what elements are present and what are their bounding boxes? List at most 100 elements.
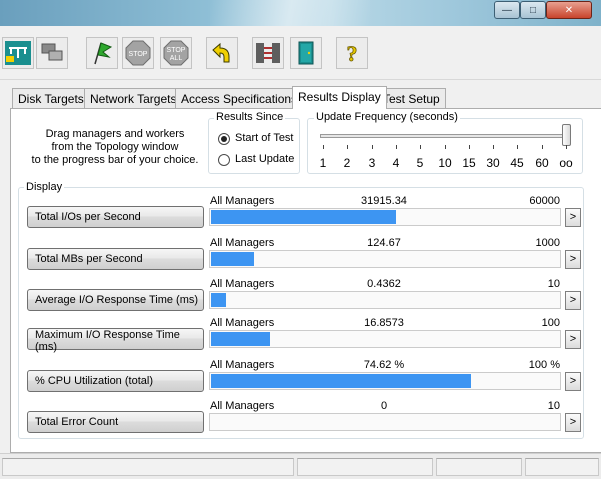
- slider-tick: [566, 145, 567, 149]
- frequency-tick-label: 3: [368, 156, 376, 170]
- tab-access-specifications[interactable]: Access Specifications: [175, 88, 304, 108]
- metric-select-button[interactable]: % CPU Utilization (total): [27, 370, 204, 392]
- slider-tick: [517, 145, 518, 149]
- status-bar: [0, 453, 601, 479]
- disconnect-button[interactable]: [252, 37, 284, 69]
- meter-trough[interactable]: [209, 413, 561, 431]
- toolbar: STOP STOP ALL ?: [0, 26, 601, 80]
- meter-trough[interactable]: [209, 372, 561, 390]
- radio-last-update-label[interactable]: Last Update: [235, 153, 294, 165]
- slider-tick: [323, 145, 324, 149]
- drag-hint-line: Drag managers and workers: [45, 128, 185, 140]
- metric-select-button[interactable]: Total Error Count: [27, 411, 204, 433]
- frequency-tick-label: 30: [486, 156, 500, 170]
- metric-value: 31915.34: [361, 195, 407, 207]
- reset-arrow-icon: [212, 42, 230, 63]
- help-question-icon: ?: [346, 41, 358, 67]
- meter-bar: [211, 210, 396, 224]
- metric-target: All Managers: [210, 195, 275, 207]
- display-legend: Display: [24, 181, 65, 193]
- radio-start-of-test[interactable]: [218, 133, 230, 145]
- stop-sign-icon: STOP: [125, 40, 151, 66]
- reset-button[interactable]: [206, 37, 238, 69]
- svg-text:STOP: STOP: [167, 47, 186, 54]
- tab-disk-targets[interactable]: Disk Targets: [12, 88, 90, 108]
- frequency-tick-label: 2: [343, 156, 351, 170]
- metric-max: 60000: [529, 195, 560, 207]
- metric-select-button[interactable]: Maximum I/O Response Time (ms): [27, 328, 204, 353]
- meter-bar: [211, 374, 471, 388]
- slider-tick: [445, 145, 446, 149]
- metric-select-button[interactable]: Total I/Os per Second: [27, 206, 204, 228]
- frequency-tick-label: 5: [416, 156, 424, 170]
- topology-button[interactable]: [2, 37, 34, 69]
- slider-tick: [542, 145, 543, 149]
- metric-max: 100: [541, 317, 560, 329]
- help-button[interactable]: ?: [336, 37, 368, 69]
- metric-target: All Managers: [210, 278, 275, 290]
- meter-trough[interactable]: [209, 330, 561, 348]
- svg-text:ALL: ALL: [170, 55, 183, 62]
- tab-test-setup[interactable]: Test Setup: [377, 88, 446, 108]
- slider-tick: [372, 145, 373, 149]
- maximize-button[interactable]: □: [520, 1, 546, 19]
- stop-all-icon: STOP ALL: [163, 40, 189, 66]
- metric-value: 0.4362: [367, 278, 401, 290]
- metric-expand-button[interactable]: >: [565, 413, 581, 432]
- minimize-button[interactable]: —: [494, 1, 520, 19]
- disconnect-icon: [256, 43, 280, 63]
- meter-bar: [211, 332, 270, 346]
- frequency-tick-label: 60: [535, 156, 549, 170]
- frequency-tick-label: 45: [510, 156, 524, 170]
- new-manager-button[interactable]: [36, 37, 68, 69]
- metric-value: 0: [380, 400, 388, 412]
- stop-all-button[interactable]: STOP ALL: [160, 37, 192, 69]
- tab-results-display[interactable]: Results Display: [292, 86, 387, 109]
- update-frequency-slider-track[interactable]: [320, 134, 570, 138]
- metric-select-button[interactable]: Total MBs per Second: [27, 248, 204, 270]
- svg-text:STOP: STOP: [129, 51, 148, 58]
- exit-door-icon: [298, 41, 314, 65]
- radio-selected-dot: [221, 136, 227, 142]
- close-button[interactable]: ✕: [546, 1, 592, 19]
- frequency-tick-label: 4: [392, 156, 400, 170]
- metric-expand-button[interactable]: >: [565, 208, 581, 227]
- start-button[interactable]: [86, 37, 118, 69]
- metric-expand-button[interactable]: >: [565, 372, 581, 391]
- slider-tick: [420, 145, 421, 149]
- metric-expand-button[interactable]: >: [565, 250, 581, 269]
- radio-last-update[interactable]: [218, 154, 230, 166]
- radio-start-of-test-label[interactable]: Start of Test: [235, 132, 294, 144]
- frequency-tick-label: 10: [438, 156, 452, 170]
- frequency-tick-label: 15: [462, 156, 476, 170]
- slider-tick: [347, 145, 348, 149]
- metric-value: 16.8573: [364, 317, 404, 329]
- metric-max: 10: [547, 278, 560, 290]
- metric-expand-button[interactable]: >: [565, 330, 581, 349]
- update-frequency-slider-thumb[interactable]: [562, 124, 571, 146]
- meter-bar: [211, 293, 226, 307]
- metric-max: 100 %: [528, 359, 560, 371]
- metric-select-button[interactable]: Average I/O Response Time (ms): [27, 289, 204, 311]
- status-pane: [297, 458, 433, 476]
- meter-trough[interactable]: [209, 250, 561, 268]
- network-topology-icon: [5, 41, 31, 65]
- metric-expand-button[interactable]: >: [565, 291, 581, 310]
- meter-trough[interactable]: [209, 208, 561, 226]
- frequency-tick-label: oo: [559, 156, 573, 170]
- meter-trough[interactable]: [209, 291, 561, 309]
- drag-hint-line: from the Topology window: [51, 141, 179, 153]
- meter-bar: [211, 252, 254, 266]
- slider-tick: [493, 145, 494, 149]
- status-pane: [2, 458, 294, 476]
- tab-network-targets[interactable]: Network Targets: [84, 88, 183, 108]
- drag-hint-line: to the progress bar of your choice.: [31, 154, 199, 166]
- green-flag-icon: [94, 42, 113, 65]
- status-pane: [525, 458, 599, 476]
- exit-button[interactable]: [290, 37, 322, 69]
- metric-value: 74.62 %: [363, 359, 405, 371]
- stop-button[interactable]: STOP: [122, 37, 154, 69]
- window-title-bar: — □ ✕: [0, 0, 601, 26]
- drag-hint-text: Drag managers and workers from the Topol…: [20, 128, 210, 167]
- computer-workers-icon: [41, 43, 63, 61]
